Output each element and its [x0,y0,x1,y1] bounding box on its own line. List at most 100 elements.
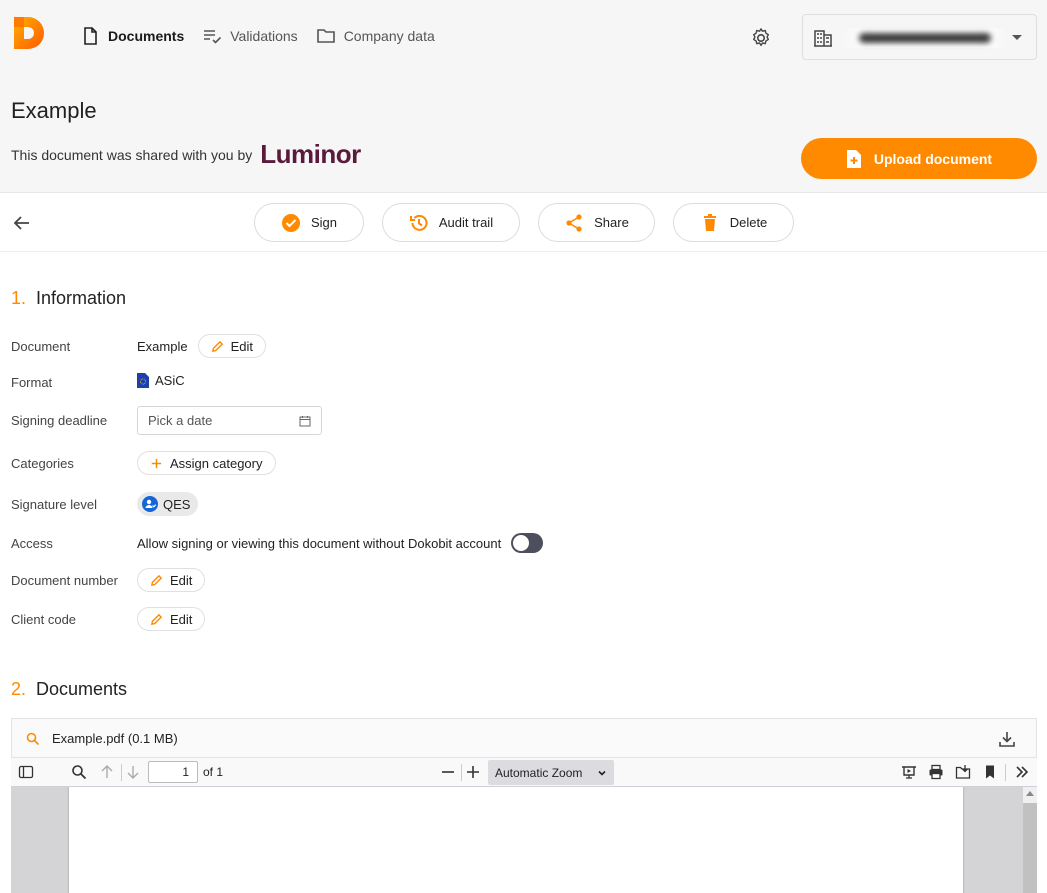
arrow-up-icon[interactable] [99,764,115,780]
edit-document-name-button[interactable]: Edit [197,334,266,358]
categories-label: Categories [11,456,74,471]
chevron-down-icon [1012,35,1022,40]
share-icon [566,213,582,232]
sign-button[interactable]: Sign [254,203,364,242]
asic-file-icon [137,373,149,388]
scroll-up-icon[interactable] [1026,791,1034,796]
qes-chip: QES [137,492,199,516]
qes-label: QES [163,496,191,512]
double-chevron-right-icon[interactable] [1014,764,1030,780]
signing-deadline-row: Pick a date [137,406,322,435]
format-label: Format [11,375,53,390]
share-label: Share [594,215,629,230]
audit-trail-button[interactable]: Audit trail [382,203,520,242]
signature-level-label: Signature level [11,497,97,512]
signing-deadline-label: Signing deadline [11,413,108,428]
nav-validations[interactable]: Validations [202,26,298,46]
file-add-icon [846,149,861,168]
main-nav: Documents Validations Company data [80,26,435,46]
chevron-down-icon [598,770,606,776]
download-icon[interactable] [998,730,1016,748]
shared-by-text: This document was shared with you by [11,146,253,163]
edit-client-code-button[interactable]: Edit [137,607,206,631]
calendar-icon[interactable] [299,415,311,427]
dokobit-logo-icon[interactable] [12,15,48,49]
history-icon [409,214,428,231]
pencil-icon [150,613,163,625]
categories-row: Assign category [137,451,276,475]
toolbar-separator [1005,764,1006,781]
scrollbar[interactable] [1023,787,1037,893]
document-file-header: Example.pdf (0.1 MB) [11,718,1037,758]
assign-category-button[interactable]: Assign category [137,451,276,475]
document-value-row: Example Edit [137,334,266,358]
zoom-out-icon[interactable] [440,764,456,780]
page-number-input[interactable]: 1 [148,761,198,783]
bookmark-icon[interactable] [982,764,998,780]
presentation-mode-icon[interactable] [901,764,917,780]
document-name: Example [137,338,188,354]
document-number-label: Document number [11,573,118,588]
gear-icon[interactable] [750,27,772,49]
save-icon[interactable] [955,764,971,780]
share-button[interactable]: Share [538,203,655,242]
section-title-text: Documents [36,679,128,699]
top-bar: Documents Validations Company data Examp… [0,0,1047,193]
search-icon[interactable] [26,732,40,746]
toolbar-separator [121,764,122,781]
nav-validations-label: Validations [230,28,298,44]
document-icon [84,27,97,45]
company-selector[interactable] [802,14,1037,60]
pencil-icon [150,574,163,586]
sign-label: Sign [310,215,338,230]
edit-document-number-button[interactable]: Edit [137,568,206,592]
toolbar-separator [461,764,462,781]
zoom-value: Automatic Zoom [495,765,583,780]
scrollbar-thumb[interactable] [1023,803,1037,893]
upload-document-button[interactable]: Upload document [801,138,1037,179]
pencil-icon [211,340,223,352]
trash-icon [703,213,716,231]
document-label: Document [11,339,71,354]
page-count: of 1 [203,765,224,779]
folder-icon [316,29,335,43]
shared-by: This document was shared with you by Lum… [11,139,361,170]
user-badge-icon [142,496,158,512]
delete-label: Delete [729,215,768,230]
zoom-select[interactable]: Automatic Zoom [488,760,614,785]
upload-document-label: Upload document [873,150,993,167]
nav-company-data[interactable]: Company data [316,26,435,46]
client-code-label: Client code [11,612,77,627]
format-value-row: ASiC [137,373,185,388]
edit-label: Edit [170,572,193,588]
edit-label: Edit [230,338,253,354]
assign-category-label: Assign category [170,455,263,471]
sidebar-toggle-icon[interactable] [18,764,34,780]
company-name-redacted [841,28,1009,48]
page-title: Example [11,98,97,123]
date-placeholder: Pick a date [148,413,213,428]
pdf-page [69,787,963,893]
signing-deadline-input[interactable]: Pick a date [137,406,322,435]
luminor-logo: Luminor [260,139,361,169]
zoom-in-icon[interactable] [465,764,481,780]
signature-level-row: QES [137,492,199,516]
audit-trail-label: Audit trail [438,215,494,230]
edit-label: Edit [170,611,193,627]
client-code-row: Edit [137,607,206,631]
nav-documents[interactable]: Documents [80,26,184,46]
delete-button[interactable]: Delete [673,203,794,242]
access-toggle[interactable] [511,533,544,553]
document-number-row: Edit [137,568,206,592]
print-icon[interactable] [928,764,944,780]
pdf-viewer[interactable] [11,787,1037,893]
nav-company-data-label: Company data [343,28,435,44]
arrow-back-icon[interactable] [12,213,32,233]
section-title-text: Information [36,288,127,308]
information-section-title: 1. Information [11,288,126,309]
check-circle-icon [281,213,300,232]
building-icon [814,30,832,47]
search-icon[interactable] [71,764,87,780]
arrow-down-icon[interactable] [125,764,141,780]
action-bar: Sign Audit trail Share Delete [0,193,1047,252]
